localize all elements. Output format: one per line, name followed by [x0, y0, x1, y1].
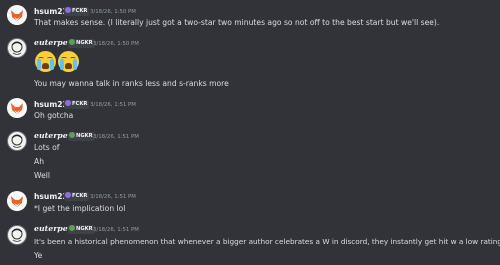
- server-tag[interactable]: FCKR: [64, 7, 90, 16]
- timestamp: 3/18/26, 1:50 PM: [90, 9, 136, 15]
- server-tag-icon: [69, 225, 75, 231]
- avatar[interactable]: [7, 98, 27, 118]
- author-name[interactable]: hsum23: [34, 7, 68, 16]
- message-text: Oh gotcha: [34, 111, 74, 120]
- avatar[interactable]: [7, 38, 27, 58]
- timestamp: 3/18/26, 1:50 PM: [93, 41, 139, 47]
- timestamp: 3/18/26, 1:51 PM: [90, 194, 136, 200]
- server-tag-icon: [65, 100, 71, 106]
- avatar[interactable]: [7, 225, 27, 245]
- message-text: Lots of: [34, 143, 60, 152]
- message-text: Well: [34, 171, 50, 180]
- message-text: Ye: [34, 251, 43, 260]
- author-name[interactable]: euterpe: [34, 131, 68, 140]
- server-tag[interactable]: NGKR: [68, 39, 95, 48]
- message-text: *I get the implication lol: [34, 204, 126, 213]
- message-text: That makes sense. (I literally just got …: [34, 18, 440, 27]
- server-tag-icon: [65, 7, 71, 13]
- timestamp: 3/18/26, 1:51 PM: [93, 227, 139, 233]
- server-tag[interactable]: NGKR: [68, 225, 95, 234]
- avatar[interactable]: [7, 191, 27, 211]
- avatar[interactable]: [7, 5, 27, 25]
- timestamp: 3/18/26, 1:51 PM: [93, 134, 139, 140]
- server-tag-icon: [69, 39, 75, 45]
- author-name[interactable]: euterpe: [34, 224, 68, 233]
- server-tag[interactable]: NGKR: [68, 132, 95, 141]
- server-tag-icon: [69, 132, 75, 138]
- server-tag-icon: [65, 192, 71, 198]
- timestamp: 3/18/26, 1:51 PM: [90, 102, 136, 108]
- message-text: Ah: [34, 157, 45, 166]
- chat-message-list: That makes sense. (I literally just got …: [0, 0, 500, 265]
- message-text: It's been a historical phenomenon that w…: [34, 237, 500, 246]
- message-text: You may wanna talk in ranks less and s-r…: [34, 79, 229, 88]
- avatar[interactable]: [7, 131, 27, 151]
- server-tag[interactable]: FCKR: [64, 192, 90, 201]
- server-tag[interactable]: FCKR: [64, 100, 90, 109]
- loudly-crying-face-icon[interactable]: [35, 51, 56, 72]
- author-name[interactable]: hsum23: [34, 100, 68, 109]
- loudly-crying-face-icon[interactable]: [58, 51, 79, 72]
- author-name[interactable]: euterpe: [34, 38, 68, 47]
- author-name[interactable]: hsum23: [34, 192, 68, 201]
